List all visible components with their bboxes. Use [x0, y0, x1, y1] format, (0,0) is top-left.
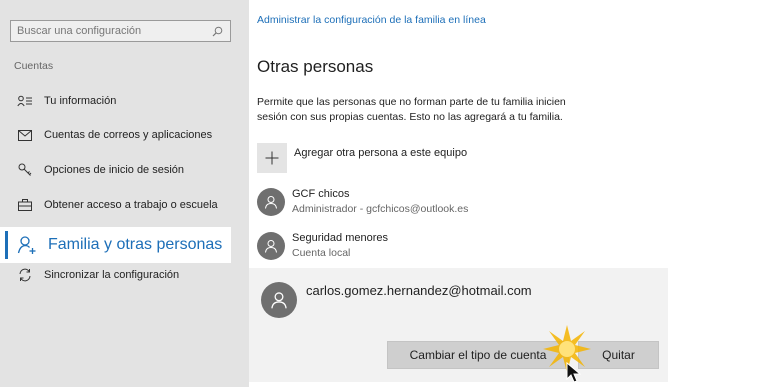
person-entry[interactable]: GCF chicos Administrador - gcfchicos@out… — [257, 188, 468, 216]
person-subtitle: Cuenta local — [292, 247, 351, 259]
sidebar-item-tu-informacion[interactable]: Tu información — [10, 89, 116, 113]
avatar-icon — [261, 282, 297, 318]
add-person-label: Agregar otra persona a este equipo — [294, 147, 468, 159]
add-person-icon — [16, 234, 38, 256]
sidebar-item-label: Cuentas de correos y aplicaciones — [44, 129, 213, 141]
section-label: Cuentas — [14, 60, 54, 72]
active-indicator — [5, 231, 8, 259]
person-entry[interactable]: Seguridad menores Cuenta local — [257, 232, 388, 260]
mouse-cursor-icon — [566, 362, 582, 383]
add-person-row[interactable]: Agregar otra persona a este equipo — [257, 143, 467, 173]
avatar-icon — [257, 232, 285, 260]
selected-person-email: carlos.gomez.hernandez@hotmail.com — [306, 283, 532, 298]
person-name: Seguridad menores — [292, 232, 389, 244]
plus-icon — [265, 151, 279, 165]
sidebar-item-label: Opciones de inicio de sesión — [44, 164, 185, 176]
mail-icon — [16, 126, 34, 144]
sidebar-item-trabajo-escuela[interactable]: Obtener acceso a trabajo o escuela — [10, 193, 218, 217]
page-title: Otras personas — [257, 57, 374, 76]
family-settings-link[interactable]: Administrar la configuración de la famil… — [257, 14, 486, 26]
search-icon[interactable] — [210, 24, 224, 38]
selected-person-panel[interactable]: carlos.gomez.hernandez@hotmail.com Cambi… — [249, 268, 668, 382]
sidebar: Cuentas Tu información Cuentas de correo… — [0, 0, 249, 387]
sidebar-item-familia[interactable]: Familia y otras personas — [0, 227, 231, 263]
sidebar-item-label: Familia y otras personas — [48, 236, 223, 253]
sidebar-item-label: Tu información — [44, 95, 117, 107]
sidebar-item-label: Sincronizar la configuración — [44, 269, 180, 281]
sync-icon — [16, 266, 34, 284]
avatar-icon — [257, 188, 285, 216]
sidebar-item-inicio-sesion[interactable]: Opciones de inicio de sesión — [10, 158, 184, 182]
person-name: GCF chicos — [292, 188, 350, 200]
main-content: Administrar la configuración de la famil… — [249, 0, 780, 387]
person-info-icon — [16, 92, 34, 110]
briefcase-icon — [16, 196, 34, 214]
sidebar-item-label: Obtener acceso a trabajo o escuela — [44, 199, 218, 211]
search-box[interactable] — [10, 20, 231, 42]
key-icon — [16, 161, 34, 179]
sidebar-item-sincronizar[interactable]: Sincronizar la configuración — [10, 263, 179, 287]
sidebar-item-correo[interactable]: Cuentas de correos y aplicaciones — [10, 123, 212, 147]
person-subtitle: Administrador - gcfchicos@outlook.es — [292, 203, 469, 215]
search-input[interactable] — [17, 25, 210, 37]
add-person-button[interactable] — [257, 143, 287, 173]
description-text: Permite que las personas que no forman p… — [257, 96, 566, 123]
